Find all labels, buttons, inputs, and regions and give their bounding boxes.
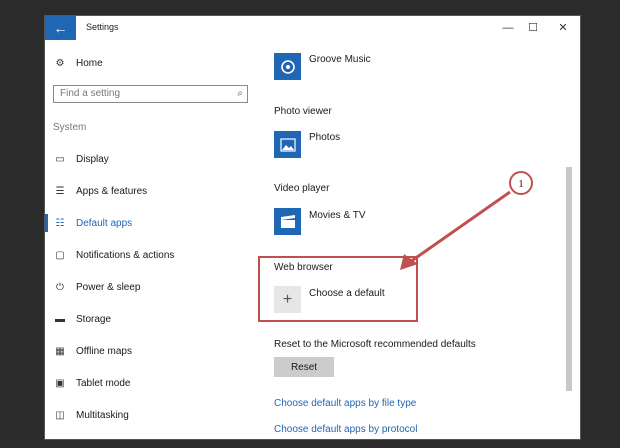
photo-viewer-heading: Photo viewer xyxy=(274,106,332,117)
sidebar-item-label: Default apps xyxy=(76,217,133,229)
sidebar-item-multitasking[interactable]: ◫ Multitasking xyxy=(53,406,223,424)
multitasking-icon: ◫ xyxy=(55,409,65,421)
search-input[interactable]: Find a setting ⌕ xyxy=(53,85,248,103)
power-icon: ⏻ xyxy=(56,281,64,293)
link-default-apps-by-protocol[interactable]: Choose default apps by protocol xyxy=(274,424,417,435)
back-button[interactable]: ← xyxy=(45,16,76,40)
groove-music-tile[interactable] xyxy=(274,53,301,80)
reset-heading: Reset to the Microsoft recommended defau… xyxy=(274,339,476,350)
sidebar-item-label: Home xyxy=(76,57,103,69)
sidebar-item-apps-features[interactable]: ☰ Apps & features xyxy=(53,182,223,200)
vertical-scrollbar[interactable] xyxy=(566,167,572,391)
reset-button[interactable]: Reset xyxy=(274,357,334,377)
default-apps-content: Groove Music Photo viewer Photos Video p… xyxy=(274,16,574,439)
gear-icon: ⚙ xyxy=(55,57,65,69)
sidebar-item-power-sleep[interactable]: ⏻ Power & sleep xyxy=(53,278,223,296)
apps-list-icon: ☰ xyxy=(55,185,65,197)
movies-tv-name[interactable]: Movies & TV xyxy=(309,210,366,221)
notification-icon: ▢ xyxy=(55,249,65,261)
sidebar-item-label: Storage xyxy=(76,313,112,325)
annotation-highlight-box xyxy=(258,256,418,322)
sidebar-item-offline-maps[interactable]: ▦ Offline maps xyxy=(53,342,223,360)
sidebar-item-storage[interactable]: ▬ Storage xyxy=(53,310,223,328)
photos-tile[interactable] xyxy=(274,131,301,158)
default-apps-icon: ☷ xyxy=(55,217,65,229)
sidebar-item-label: Offline maps xyxy=(76,345,132,357)
sidebar-item-label: Notifications & actions xyxy=(76,249,175,261)
movies-tv-tile[interactable] xyxy=(274,208,301,235)
movies-tv-icon xyxy=(280,214,295,228)
back-arrow-icon: ← xyxy=(53,20,68,36)
photos-name[interactable]: Photos xyxy=(309,132,340,143)
sidebar-item-home[interactable]: ⚙ Home xyxy=(53,54,223,72)
sidebar-item-label: Multitasking xyxy=(76,409,129,421)
monitor-icon: ▭ xyxy=(55,153,65,165)
sidebar-item-notifications[interactable]: ▢ Notifications & actions xyxy=(53,246,223,264)
video-player-heading: Video player xyxy=(274,183,330,194)
window-title: Settings xyxy=(86,22,119,32)
link-default-apps-by-file-type[interactable]: Choose default apps by file type xyxy=(274,398,416,409)
groove-music-icon xyxy=(280,59,295,74)
sidebar-item-tablet-mode[interactable]: ▣ Tablet mode xyxy=(53,374,223,392)
sidebar-item-default-apps[interactable]: ☷ Default apps xyxy=(45,214,223,232)
sidebar-item-label: Apps & features xyxy=(76,185,148,197)
photos-icon xyxy=(279,137,296,152)
search-placeholder: Find a setting xyxy=(60,88,121,99)
search-icon: ⌕ xyxy=(237,88,243,99)
storage-icon: ▬ xyxy=(55,313,65,325)
sidebar-item-label: Tablet mode xyxy=(76,377,131,389)
sidebar-item-label: Display xyxy=(76,153,109,165)
active-indicator xyxy=(45,214,48,232)
map-icon: ▦ xyxy=(55,345,65,357)
settings-window: ← Settings — ☐ ✕ ⚙ Home Find a setting ⌕… xyxy=(45,16,580,439)
sidebar-item-label: Power & sleep xyxy=(76,281,141,293)
tablet-icon: ▣ xyxy=(55,377,65,389)
sidebar-item-display[interactable]: ▭ Display xyxy=(53,150,223,168)
section-label: System xyxy=(53,122,87,133)
groove-music-name[interactable]: Groove Music xyxy=(309,54,371,65)
